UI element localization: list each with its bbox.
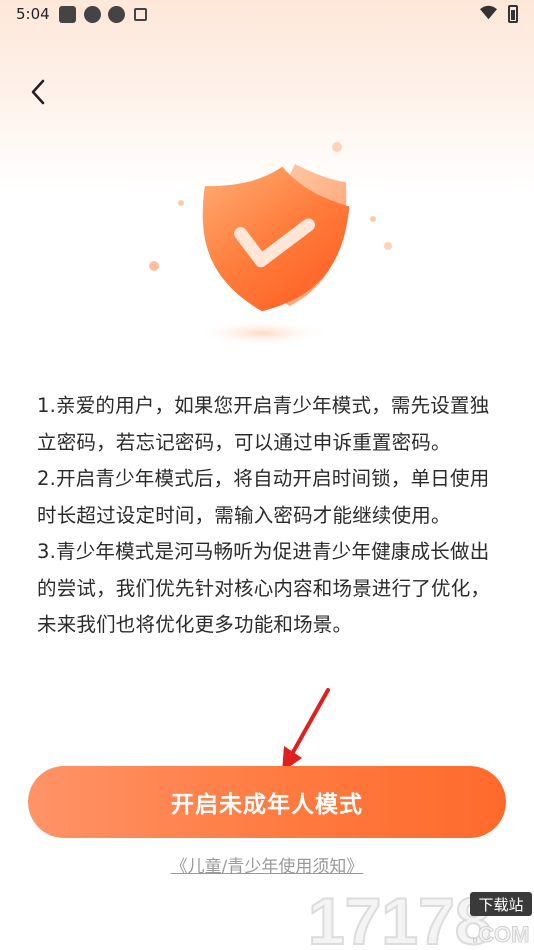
notification-app-icon bbox=[59, 6, 76, 23]
watermark-badge: 下载站 bbox=[478, 896, 523, 914]
notice-text: 1.亲爱的用户，如果您开启青少年模式，需先设置独立密码，若忘记密码，可以通过申诉… bbox=[37, 388, 499, 644]
notification-app-icon bbox=[84, 6, 101, 23]
enable-minor-mode-button[interactable]: 开启未成年人模式 bbox=[28, 766, 506, 838]
wifi-icon bbox=[480, 5, 497, 20]
youth-guide-link[interactable]: 《儿童/青少年使用须知》 bbox=[0, 852, 534, 877]
status-bar: 5:04 bbox=[0, 0, 534, 30]
notification-app-icon bbox=[108, 6, 125, 23]
notice-paragraph-1: 1.亲爱的用户，如果您开启青少年模式，需先设置独立密码，若忘记密码，可以通过申诉… bbox=[37, 394, 490, 454]
watermark-suffix: .COM bbox=[472, 922, 529, 947]
back-button[interactable] bbox=[20, 74, 56, 110]
site-watermark: 17178 下载站 .COM bbox=[307, 883, 532, 950]
notice-paragraph-3: 3.青少年模式是河马畅听为促进青少年健康成长做出的尝试，我们优先针对核心内容和场… bbox=[37, 540, 491, 636]
chevron-left-icon bbox=[31, 79, 45, 105]
notice-paragraph-2: 2.开启青少年模式后，将自动开启时间锁，单日使用时长超过设定时间，需输入密码才能… bbox=[37, 467, 490, 527]
watermark-number: 17178 bbox=[308, 884, 492, 950]
shield-check-icon bbox=[149, 142, 392, 346]
status-time: 5:04 bbox=[16, 5, 50, 23]
battery-icon bbox=[508, 5, 518, 23]
notification-a-icon bbox=[134, 8, 147, 21]
